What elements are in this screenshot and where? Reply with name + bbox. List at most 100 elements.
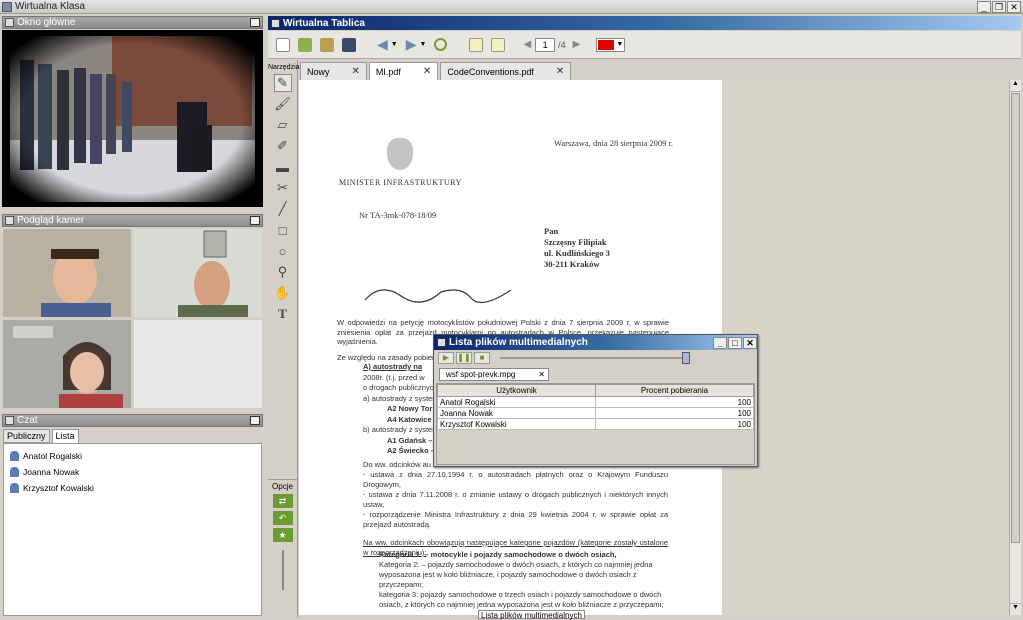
camera-feed-3[interactable] (3, 320, 131, 408)
maximize-button[interactable]: □ (728, 336, 742, 349)
table-row[interactable]: Anatol Rogalski 100 (437, 396, 754, 408)
table-row[interactable]: Joanna Nowak 100 (437, 407, 754, 419)
doc-line: A1 Gdańsk – (387, 435, 433, 445)
zoom-slider[interactable] (281, 550, 284, 590)
text-tool-icon[interactable]: T (274, 305, 292, 323)
highlighter-tool-icon[interactable]: ▬ (274, 158, 292, 176)
maximize-panel-button[interactable] (250, 216, 260, 225)
doc-line: 2008r. (t.j. przed w (363, 372, 425, 382)
scroll-down-icon[interactable]: ▼ (1010, 603, 1021, 615)
page-total: /4 (558, 39, 566, 50)
next-page-icon[interactable]: ▶ (573, 39, 581, 50)
options-label: Opcje (268, 479, 297, 491)
pencil-tool-icon[interactable]: ✎ (273, 74, 292, 92)
user-name: Krzysztof Kowalski (23, 483, 94, 493)
color-picker[interactable]: ▼ (596, 37, 626, 52)
signature-image (364, 289, 512, 304)
column-header[interactable]: Użytkownik (437, 384, 596, 397)
user-name: Joanna Nowak (23, 467, 80, 477)
zoom-tool-icon[interactable]: ⚲ (274, 263, 292, 281)
doc-address: Pan Szczęsny Filipiak ul. Kudlińskiego 3… (544, 226, 610, 270)
hand-tool-icon[interactable]: ✋ (274, 284, 292, 302)
close-icon[interactable]: ✕ (423, 66, 431, 77)
media-progress-slider[interactable] (500, 352, 690, 364)
tab-public[interactable]: Publiczny (3, 429, 50, 443)
table-row[interactable]: Krzysztof Kowalski 100 (437, 418, 754, 430)
minimize-button[interactable]: _ (977, 0, 991, 13)
option-undo-icon[interactable]: ↶ (272, 511, 293, 525)
stop-icon[interactable]: ■ (474, 352, 490, 364)
color-swatch (598, 39, 615, 50)
address-line: 30-211 Kraków (544, 259, 600, 269)
page-number-field[interactable]: 1 (535, 37, 556, 52)
undo-icon[interactable]: ◀ (377, 36, 388, 53)
ellipse-tool-icon[interactable]: ○ (274, 242, 292, 260)
tab-list[interactable]: Lista (51, 429, 79, 443)
open-folder-icon[interactable] (320, 37, 334, 52)
minimize-button[interactable]: _ (713, 336, 727, 349)
panel-icon (5, 216, 14, 225)
user-icon (10, 483, 19, 493)
scroll-up-icon[interactable]: ▲ (1010, 80, 1021, 92)
media-window-title: Lista plików multimedialnych (449, 337, 588, 348)
doc-ref: Nr TA-3mk-078-18/09 (359, 210, 437, 220)
media-taskbar-label[interactable]: Lista plików multimedialnych (478, 610, 585, 620)
save-icon[interactable] (342, 37, 356, 52)
doc-line: - ustawa z dnia 7.11.2008 r. o zmianie u… (363, 490, 668, 509)
pause-icon[interactable]: ❚❚ (456, 352, 472, 364)
vertical-scrollbar[interactable]: ▲ ▼ (1009, 80, 1021, 615)
marker-tool-icon[interactable]: ✐ (274, 137, 292, 155)
close-icon[interactable]: ✕ (556, 66, 564, 77)
close-button[interactable]: ✕ (1007, 0, 1021, 13)
slider-thumb[interactable] (682, 352, 690, 364)
close-icon[interactable]: ✕ (538, 370, 545, 379)
tab-new[interactable]: Nowy ✕ (300, 62, 367, 80)
tools-panel: Narzędzia ✎ 🖌 ▱ ✐ ▬ ✂ ╱ □ ○ ⚲ ✋ T Opcje … (268, 60, 300, 617)
app-titlebar: Wirtualna Klasa _ ❐ ✕ (0, 0, 1023, 14)
user-icon (10, 467, 19, 477)
rectangle-tool-icon[interactable]: □ (274, 221, 292, 239)
camera-feed-4[interactable] (134, 320, 262, 408)
tab-mi-pdf[interactable]: MI.pdf ✕ (368, 62, 439, 80)
add-page-icon[interactable] (469, 37, 484, 52)
panel-icon (5, 416, 14, 425)
list-item[interactable]: Anatol Rogalski (4, 448, 261, 464)
option-star-icon[interactable]: ★ (272, 528, 293, 542)
chevron-down-icon[interactable]: ▼ (391, 41, 398, 48)
maximize-panel-button[interactable] (250, 18, 260, 27)
redo-icon[interactable]: ▶ (406, 36, 417, 53)
column-header[interactable]: Procent pobierania (595, 384, 754, 397)
app-icon (2, 1, 12, 12)
media-icon (437, 338, 446, 347)
video-frame (2, 30, 263, 207)
play-icon[interactable]: ▶ (438, 352, 454, 364)
brush-tool-icon[interactable]: 🖌 (274, 95, 292, 113)
list-item[interactable]: Krzysztof Kowalski (4, 480, 261, 496)
eraser-tool-icon[interactable]: ▱ (274, 116, 292, 134)
restore-button[interactable]: ❐ (992, 0, 1006, 13)
close-icon[interactable]: ✕ (352, 66, 360, 77)
history-icon[interactable] (434, 38, 448, 51)
import-icon[interactable] (298, 37, 312, 52)
tab-label: MI.pdf (375, 66, 401, 77)
tab-codeconventions[interactable]: CodeConventions.pdf ✕ (440, 62, 572, 80)
option-refresh-icon[interactable]: ⇄ (272, 494, 293, 508)
camera-feed-1[interactable] (3, 229, 131, 317)
line-tool-icon[interactable]: ╱ (274, 200, 292, 218)
scroll-thumb[interactable] (1011, 93, 1020, 543)
remove-page-icon[interactable] (491, 37, 506, 52)
chevron-down-icon[interactable]: ▼ (420, 41, 427, 48)
maximize-panel-button[interactable] (250, 416, 260, 425)
list-item[interactable]: Joanna Nowak (4, 464, 261, 480)
new-document-icon[interactable] (276, 37, 290, 52)
doc-line: o drogach publicznyc (363, 383, 434, 392)
main-video[interactable] (2, 30, 263, 207)
chevron-down-icon: ▼ (616, 41, 624, 48)
close-button[interactable]: ✕ (743, 336, 757, 349)
camera-feed-2[interactable] (134, 229, 262, 317)
prev-page-icon[interactable]: ◀ (523, 39, 531, 50)
cell-user: Krzysztof Kowalski (437, 418, 596, 430)
media-file-tab[interactable]: wsf spot-prevk.mpg ✕ (439, 368, 549, 381)
scissors-tool-icon[interactable]: ✂ (274, 179, 292, 197)
tab-label: CodeConventions.pdf (447, 66, 534, 77)
